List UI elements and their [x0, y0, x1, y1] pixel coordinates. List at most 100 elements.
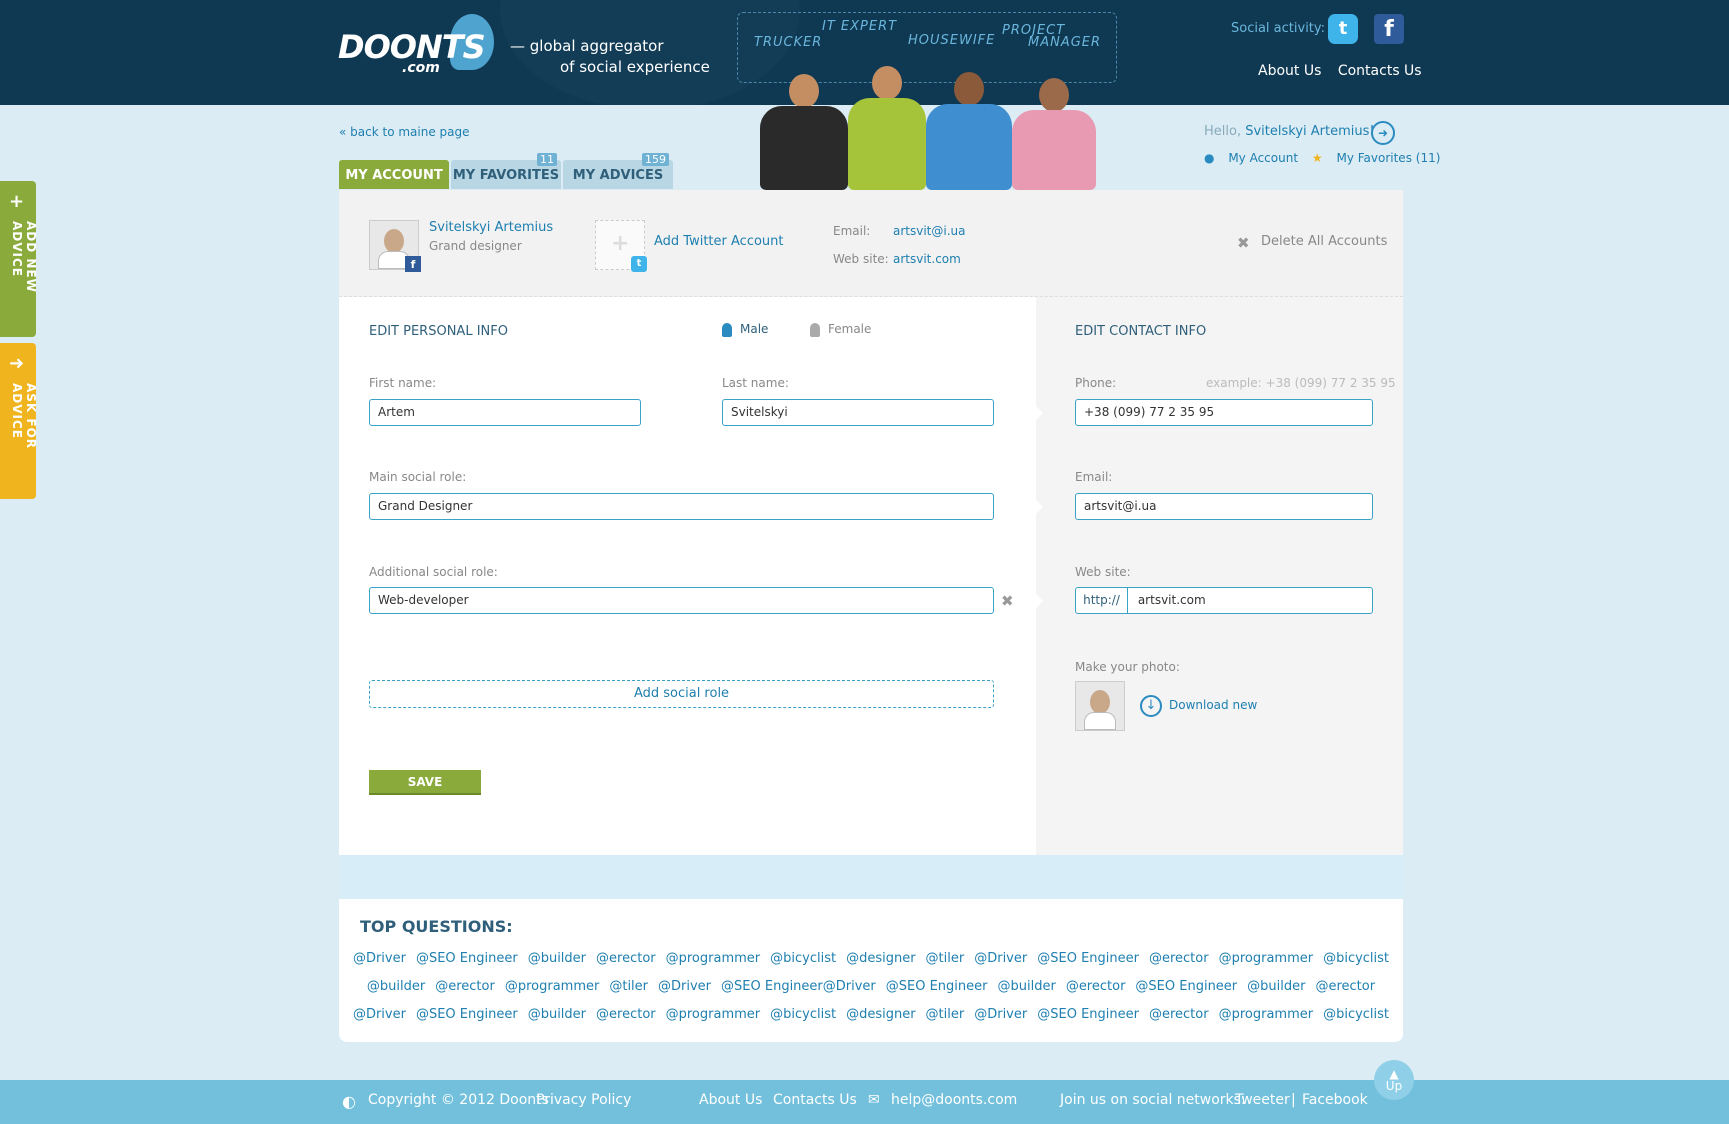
help-email-link[interactable]: help@doonts.com [891, 1092, 1017, 1108]
question-tag-link[interactable]: @designer [846, 1007, 915, 1022]
question-tag-link[interactable]: @tiler [926, 1007, 965, 1022]
question-tag-link[interactable]: @programmer [505, 979, 600, 994]
contacts-us-link[interactable]: Contacts Us [1338, 63, 1422, 79]
ask-for-advice-tab[interactable]: ➜ ASK FOR ADVICE [0, 343, 38, 499]
add-twitter-account-link[interactable]: Add Twitter Account [654, 234, 784, 249]
first-name-field[interactable]: Artem [369, 399, 641, 426]
question-tag-link[interactable]: @erector [1066, 979, 1126, 994]
question-tag-link[interactable]: @bicyclist [770, 1007, 836, 1022]
question-tag-link[interactable]: @programmer [666, 951, 761, 966]
site-logo[interactable]: DOONTS .com [338, 14, 496, 76]
question-tag-link[interactable]: @bicyclist [770, 951, 836, 966]
footer-facebook-link[interactable]: Facebook [1302, 1092, 1368, 1108]
phone-field[interactable]: +38 (099) 77 2 35 95 [1075, 399, 1373, 426]
first-name-label: First name: [369, 376, 437, 390]
add-new-advice-tab[interactable]: + ADD NEW ADVICE [0, 181, 38, 337]
additional-role-field[interactable]: Web-developer [369, 587, 994, 614]
contact-website-label: Web site: [1075, 565, 1131, 579]
footer-about-us-link[interactable]: About Us [699, 1092, 762, 1108]
question-tag-link[interactable]: @erector [1315, 979, 1375, 994]
tab-my-account[interactable]: MY ACCOUNT [339, 160, 449, 189]
question-tag-link[interactable]: @bicyclist [1323, 1007, 1389, 1022]
last-name-field[interactable]: Svitelskyi [722, 399, 994, 426]
back-to-main-link[interactable]: « back to maine page [339, 125, 470, 139]
email-link[interactable]: artsvit@i.ua [893, 224, 966, 238]
question-tag-link[interactable]: @erector [596, 1007, 656, 1022]
question-tag-link[interactable]: @erector [1149, 1007, 1209, 1022]
question-tag-link[interactable]: @Driver [353, 1007, 406, 1022]
add-social-role-label: Add social role [633, 686, 730, 701]
question-tag-link[interactable]: @erector [435, 979, 495, 994]
delete-all-accounts-link[interactable]: Delete All Accounts [1261, 234, 1387, 249]
question-tag-link[interactable]: @SEO Engineer [1135, 979, 1237, 994]
facebook-icon[interactable]: f [1374, 14, 1404, 44]
mail-icon: ✉ [868, 1092, 880, 1108]
question-tag-link[interactable]: @programmer [1219, 1007, 1314, 1022]
gender-female-label: Female [828, 322, 872, 336]
website-link[interactable]: artsvit.com [893, 252, 961, 266]
scroll-up-button[interactable]: ▲ Up [1374, 1060, 1414, 1100]
hello-prefix: Hello, [1204, 124, 1242, 139]
contact-website-field[interactable]: http:// artsvit.com [1075, 587, 1373, 614]
my-favorites-link[interactable]: My Favorites (11) [1336, 151, 1440, 165]
field-pointer [339, 500, 346, 514]
additional-role-label: Additional social role: [369, 565, 498, 579]
question-tag-link[interactable]: @tiler [926, 951, 965, 966]
website-value: artsvit.com [1137, 593, 1206, 607]
question-tag-link[interactable]: @SEO Engineer@Driver [721, 979, 876, 994]
download-icon[interactable]: ↓ [1140, 695, 1162, 717]
role-label-trucker: TRUCKER [754, 35, 823, 50]
user-icon: ● [1204, 151, 1215, 165]
question-tag-link[interactable]: @SEO Engineer [886, 979, 988, 994]
role-label-it-expert: IT EXPERT [822, 19, 898, 34]
main-role-field[interactable]: Grand Designer [369, 493, 994, 520]
footer-tweeter-link[interactable]: Tweeter [1235, 1092, 1290, 1108]
gender-female-option[interactable]: Female [810, 322, 871, 337]
question-tag-link[interactable]: @builder [1247, 979, 1305, 994]
question-tag-link[interactable]: @builder [998, 979, 1056, 994]
question-tag-link[interactable]: @erector [596, 951, 656, 966]
add-social-role-button[interactable]: Add social role [369, 680, 994, 708]
question-tag-link[interactable]: @designer [846, 951, 915, 966]
twitter-placeholder-avatar[interactable]: + t [595, 220, 647, 272]
question-tag-link[interactable]: @SEO Engineer [1037, 951, 1139, 966]
question-tag-link[interactable]: @builder [528, 1007, 586, 1022]
account-links: ● My Account ★ My Favorites (11) [1204, 151, 1440, 165]
contact-email-field[interactable]: artsvit@i.ua [1075, 493, 1373, 520]
tagline-line-2: of social experience [560, 58, 710, 76]
footer-contacts-us-link[interactable]: Contacts Us [773, 1092, 857, 1108]
questions-row: @Driver @SEO Engineer @builder @erector @pro… [339, 1007, 1403, 1022]
about-us-link[interactable]: About Us [1258, 63, 1321, 79]
question-tag-link[interactable]: @SEO Engineer [1037, 1007, 1139, 1022]
save-button[interactable]: SAVE [369, 770, 481, 795]
gender-male-option[interactable]: Male [722, 322, 768, 337]
twitter-icon[interactable]: t [1328, 14, 1358, 44]
favorites-count-badge: 11 [537, 153, 557, 166]
question-tag-link[interactable]: @Driver [353, 951, 406, 966]
my-account-link[interactable]: My Account [1228, 151, 1298, 165]
question-tag-link[interactable]: @programmer [666, 1007, 761, 1022]
tab-my-favorites[interactable]: MY FAVORITES 11 [451, 153, 561, 189]
user-name-link[interactable]: Svitelskyi Artemius! [1245, 124, 1374, 139]
question-tag-link[interactable]: @Driver [658, 979, 711, 994]
profile-name-link[interactable]: Svitelskyi Artemius [429, 220, 553, 235]
question-tag-link[interactable]: @builder [528, 951, 586, 966]
question-tag-link[interactable]: @programmer [1219, 951, 1314, 966]
logout-icon[interactable]: ➜ [1371, 121, 1395, 145]
contact-email-label: Email: [1075, 470, 1113, 484]
field-pointer [339, 406, 346, 420]
download-new-link[interactable]: Download new [1169, 698, 1257, 712]
contact-info-heading: EDIT CONTACT INFO [1075, 324, 1207, 339]
privacy-policy-link[interactable]: Privacy Policy [536, 1092, 631, 1108]
question-tag-link[interactable]: @SEO Engineer [416, 951, 518, 966]
question-tag-link[interactable]: @erector [1149, 951, 1209, 966]
question-tag-link[interactable]: @bicyclist [1323, 951, 1389, 966]
question-tag-link[interactable]: @tiler [609, 979, 648, 994]
question-tag-link[interactable]: @SEO Engineer [416, 1007, 518, 1022]
remove-role-icon[interactable]: ✖ [1001, 592, 1014, 610]
question-tag-link[interactable]: @Driver [974, 951, 1027, 966]
question-tag-link[interactable]: @builder [367, 979, 425, 994]
tab-my-advices[interactable]: MY ADVICES 159 [563, 153, 673, 189]
question-tag-link[interactable]: @Driver [974, 1007, 1027, 1022]
profile-title: Grand designer [429, 239, 522, 253]
